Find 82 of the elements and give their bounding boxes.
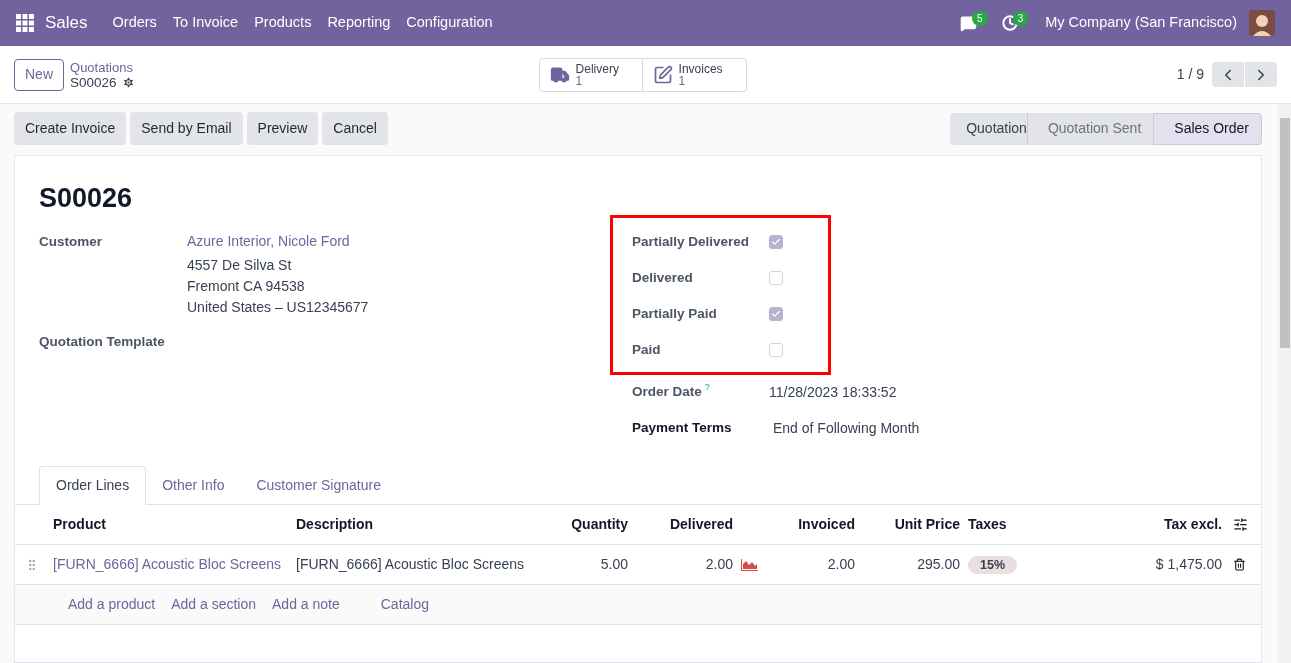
smart-button-count: 1 [678,74,687,87]
smart-button-label: Invoices [678,62,723,75]
record-name: S00026 [70,74,117,90]
menu-item[interactable]: To Invoice [164,12,247,34]
check-icon [771,309,781,319]
settings-icon[interactable] [121,75,135,89]
pager-value: 1 / 9 [1176,65,1204,84]
add-line-link[interactable]: Catalog [380,594,429,615]
action-button[interactable]: Send by Email [130,112,243,145]
column-header[interactable]: Tax excl. [1068,514,1230,535]
field-label: Partially Delivered [632,232,751,251]
column-header[interactable]: Delivered [636,514,766,535]
new-button[interactable]: New [14,58,64,91]
apps-grid-icon[interactable] [16,14,34,32]
table-cell-text: 295.00 [916,555,961,574]
record-title: S00026 [39,182,134,215]
table-cell-text: 2.00 [826,555,856,574]
column-header[interactable]: Description [296,514,545,535]
address-line: 4557 De Silva St [187,256,293,275]
messages-count: 5 [972,10,988,26]
smart-button-count: 1 [575,74,583,87]
form-tab[interactable]: Order Lines [39,466,147,505]
check-icon [771,237,781,247]
form-tab[interactable]: Other Info [146,466,241,505]
address-line: United States – US12345677 [187,298,369,317]
column-header[interactable]: Product [53,514,296,535]
form-tab[interactable]: Customer Signature [240,466,397,505]
company-name[interactable]: My Company (San Francisco) [1045,12,1237,34]
column-header[interactable]: Invoiced [766,514,863,535]
payment-terms[interactable]: End of Following Month [773,417,920,439]
next-button[interactable] [1245,62,1277,87]
column-header[interactable]: Unit Price [863,514,968,535]
smart-button[interactable]: Delivery 1 [538,57,643,92]
field-label: Quotation Template [39,333,166,351]
breadcrumb-link[interactable]: Quotations [70,59,135,75]
smart-button[interactable]: Invoices 1 [642,57,747,92]
menu-item[interactable]: Products [246,12,320,34]
checkbox[interactable] [769,271,783,285]
action-button[interactable]: Preview [246,112,319,145]
scrollbar[interactable] [1278,104,1291,663]
field-label: Delivered [632,268,694,287]
area-chart-icon[interactable] [741,558,758,571]
field-label: Partially Paid [632,304,718,323]
checkbox[interactable] [769,307,783,321]
menu-item[interactable]: Orders [104,12,165,34]
table-cell-text: [FURN_6666] Acoustic Bloc Screens [296,555,525,574]
checkbox[interactable] [769,343,783,357]
product-link[interactable]: [FURN_6666] Acoustic Bloc Screens [53,554,296,575]
tax-tag: 15% [968,556,1018,574]
field-label: Order Date [632,382,702,401]
field-label: Paid [632,340,662,359]
column-header[interactable]: Taxes [968,514,1068,535]
avatar-icon[interactable] [1249,10,1275,36]
order-date: 11/28/2023 18:33:52 [769,382,897,402]
action-button[interactable]: Create Invoice [14,112,127,145]
field-label: Customer [39,233,103,251]
smart-button-label: Delivery [575,62,619,75]
table-cell-text: $ 1,475.00 [1154,555,1223,574]
app-name[interactable]: Sales [45,10,88,36]
delete-icon[interactable] [1233,558,1246,571]
customer-link[interactable]: Azure Interior, Nicole Ford [187,231,369,252]
status-stage[interactable]: Quotation [950,112,1027,145]
column-header[interactable]: Quantity [545,514,636,535]
checkbox[interactable] [769,235,783,249]
add-line-link[interactable]: Add a product [68,594,156,615]
menu-item[interactable]: Configuration [398,12,501,34]
edit-icon [652,64,673,85]
add-line-link[interactable]: Add a note [272,594,340,615]
menu-item[interactable]: Reporting [319,12,399,34]
clock-icon[interactable] [1001,15,1018,31]
status-stage[interactable]: Sales Order [1153,112,1262,145]
help-tooltip[interactable]: ? [704,381,710,392]
action-button[interactable]: Cancel [322,112,388,145]
add-line-link[interactable]: Add a section [171,594,256,615]
table-cell-text: 5.00 [599,555,629,574]
table-cell-text: 2.00 [705,555,733,574]
address-line: Fremont CA 94538 [187,277,306,296]
activities-count: 3 [1012,10,1029,26]
scrollbar-thumb[interactable] [1279,118,1290,348]
field-label: Payment Terms [632,418,733,437]
column-settings-icon[interactable] [1233,517,1248,532]
previous-button[interactable] [1212,62,1244,87]
